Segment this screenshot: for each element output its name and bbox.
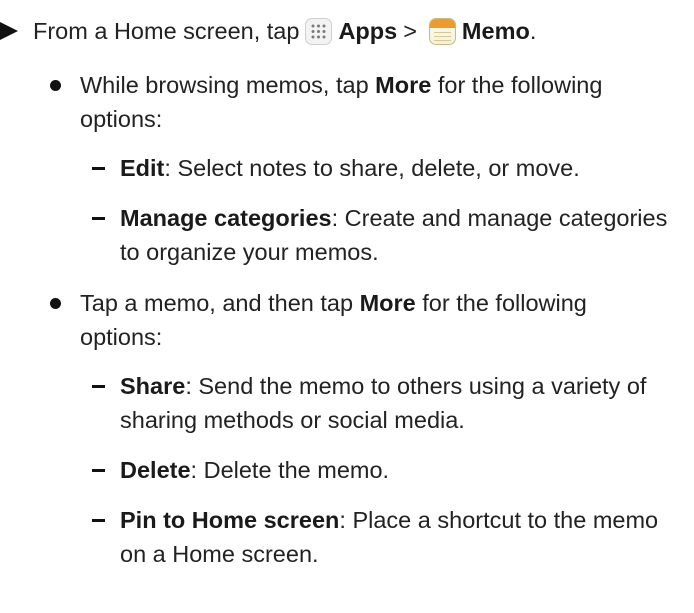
apps-grid-icon bbox=[305, 17, 333, 45]
option-term: Pin to Home screen bbox=[120, 507, 340, 533]
option-term: Share bbox=[120, 373, 186, 399]
step-end: . bbox=[529, 18, 537, 44]
apps-label: Apps bbox=[338, 18, 398, 44]
step-arrow-icon bbox=[0, 22, 18, 40]
dash-marker bbox=[92, 167, 105, 170]
dash-marker bbox=[92, 385, 105, 388]
option-desc: : Select notes to share, delete, or move… bbox=[164, 155, 580, 181]
more-label: More bbox=[359, 290, 416, 316]
bullet-text-pre: Tap a memo, and then tap bbox=[80, 290, 360, 316]
dash-marker bbox=[92, 217, 105, 220]
dash-marker bbox=[92, 469, 105, 472]
option-desc: : Delete the memo. bbox=[190, 457, 390, 483]
option-delete: Delete: Delete the memo. bbox=[92, 453, 682, 487]
dash-marker bbox=[92, 519, 105, 522]
option-pin-to-home-screen: Pin to Home screen: Place a shortcut to … bbox=[92, 503, 682, 571]
option-term: Edit bbox=[120, 155, 165, 181]
more-label: More bbox=[375, 72, 432, 98]
step-instruction: From a Home screen, tap Apps > Memo. bbox=[0, 14, 536, 48]
option-term: Manage categories bbox=[120, 205, 332, 231]
bullet-text: Tap a memo, and then tap More for the fo… bbox=[80, 286, 670, 354]
option-term: Delete bbox=[120, 457, 191, 483]
step-prefix: From a Home screen, tap bbox=[33, 18, 300, 44]
bullet-browsing-memos: While browsing memos, tap More for the f… bbox=[50, 68, 670, 136]
option-manage-categories: Manage categories: Create and manage cat… bbox=[92, 201, 682, 269]
bullet-dot bbox=[50, 80, 61, 91]
option-desc: : Send the memo to others using a variet… bbox=[120, 373, 647, 433]
document: From a Home screen, tap Apps > Memo. Whi… bbox=[0, 0, 694, 613]
memo-app-icon bbox=[428, 17, 456, 45]
option-edit: Edit: Select notes to share, delete, or … bbox=[92, 151, 682, 185]
bullet-text-pre: While browsing memos, tap bbox=[80, 72, 376, 98]
bullet-tap-memo: Tap a memo, and then tap More for the fo… bbox=[50, 286, 670, 354]
bullet-text: While browsing memos, tap More for the f… bbox=[80, 68, 670, 136]
step-separator: > bbox=[403, 18, 417, 44]
option-share: Share: Send the memo to others using a v… bbox=[92, 369, 682, 437]
memo-label: Memo bbox=[461, 18, 530, 44]
bullet-dot bbox=[50, 298, 61, 309]
